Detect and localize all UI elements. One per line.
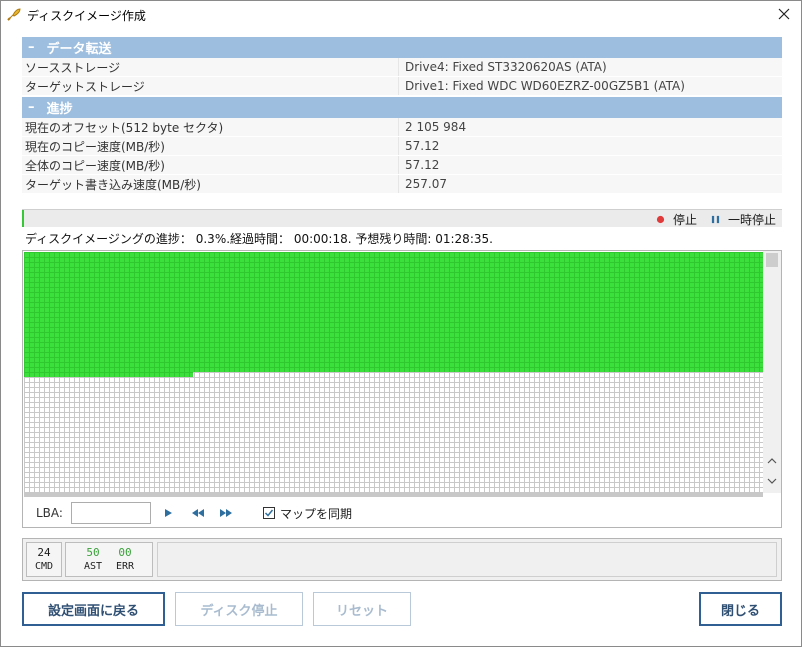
sector-map-panel: LBA: マップを同期 [22,250,782,528]
prop-label: ソースストレージ [22,58,399,76]
sector-map-copied-partial-row [24,372,193,377]
prop-row-source: ソースストレージ Drive4: Fixed ST3320620AS (ATA) [22,58,782,77]
stat-ast-value: 50 [86,545,100,559]
stop-button[interactable]: 停止 [656,211,697,228]
prop-row-target: ターゲットストレージ Drive1: Fixed WDC WD60EZRZ-00… [22,77,782,96]
play-icon [164,509,172,517]
rewind-button[interactable] [191,508,205,518]
stat-cmd-value: 24 [37,545,51,559]
stat-err-label: ERR [116,560,135,572]
back-to-settings-button[interactable]: 設定画面に戻る [22,592,165,626]
go-to-lba-button[interactable] [163,508,173,518]
pause-button[interactable]: 一時停止 [711,211,776,228]
rewind-icon [191,509,204,517]
prop-row-offset: 現在のオフセット(512 byte セクタ) 2 105 984 [22,118,782,137]
pause-label: 一時停止 [727,213,776,227]
disk-image-window: ディスクイメージ作成 – データ転送 ソースストレージ Drive4: Fixe… [0,0,802,647]
prop-value: 57.12 [405,139,440,153]
map-horizontal-scrollbar[interactable] [24,492,763,497]
stop-disk-button[interactable]: ディスク停止 [175,592,303,626]
prop-label: ターゲット書き込み速度(MB/秒) [22,175,399,193]
title-bar: ディスクイメージ作成 [1,1,801,29]
stat-cmd-label: CMD [34,560,54,572]
fast-forward-icon [219,509,232,517]
scroll-down-chevron-icon[interactable] [767,477,777,488]
prop-value: Drive1: Fixed WDC WD60EZRZ-00GZ5B1 (ATA) [405,79,685,93]
lba-input[interactable] [70,502,151,524]
stat-ast-label: AST [83,560,102,572]
prop-label: 現在のコピー速度(MB/秒) [22,137,399,155]
prop-row-current-speed: 現在のコピー速度(MB/秒) 57.12 [22,137,782,156]
sector-map-copied-area [24,252,763,372]
checkbox-box[interactable] [262,507,275,519]
progress-fill [22,210,25,227]
close-window-button[interactable] [767,1,801,29]
prop-value: 257.07 [405,177,447,191]
sync-map-label: マップを同期 [279,506,352,521]
stat-err-value: 00 [118,545,132,559]
scroll-up-chevron-icon[interactable] [767,457,777,468]
prop-label: ターゲットストレージ [22,77,399,95]
sector-map-grid [24,252,763,492]
section-title-transfer: データ転送 [46,42,112,57]
stop-record-icon [656,213,673,227]
reset-button[interactable]: リセット [313,592,411,626]
lba-label: LBA: [36,506,63,520]
prop-value: 2 105 984 [405,120,467,134]
pause-icon [711,213,728,227]
prop-label: 現在のオフセット(512 byte セクタ) [22,118,399,136]
scrollbar-thumb[interactable] [766,253,778,267]
sync-map-checkbox[interactable]: マップを同期 [262,505,352,522]
collapse-dash-icon: – [28,40,35,55]
collapse-dash-icon: – [28,100,35,115]
section-header-progress: – 進捗 [22,97,782,118]
prop-row-write-speed: ターゲット書き込み速度(MB/秒) 257.07 [22,175,782,194]
progress-status-text: ディスクイメージングの進捗： 0.3%.経過時間： 00:00:18. 予想残り… [25,232,493,246]
stop-label: 停止 [672,213,697,227]
prop-label: 全体のコピー速度(MB/秒) [22,156,399,174]
checkmark-icon [264,509,274,517]
stat-err: 00 ERR [116,546,134,574]
map-vertical-scrollbar[interactable] [763,251,781,493]
close-button[interactable]: 閉じる [699,592,782,626]
window-title: ディスクイメージ作成 [27,9,146,23]
stat-cmd: 24 CMD [26,542,62,577]
progress-controls: 停止 一時停止 [642,211,776,228]
stats-log-area [157,542,777,577]
stat-ast: 50 AST [84,546,102,574]
prop-value: 57.12 [405,158,440,172]
section-title-progress: 進捗 [46,102,73,117]
stat-pair: 50 AST 00 ERR [84,546,134,574]
close-icon [778,8,790,23]
fast-forward-button[interactable] [219,508,233,518]
prop-value: Drive4: Fixed ST3320620AS (ATA) [405,60,607,74]
app-logo-icon [6,7,22,23]
lba-toolbar: LBA: マップを同期 [24,499,780,527]
prop-row-overall-speed: 全体のコピー速度(MB/秒) 57.12 [22,156,782,175]
section-header-transfer: – データ転送 [22,37,782,58]
stat-ast-err: 50 AST 00 ERR [65,542,153,577]
stats-panel: 24 CMD 50 AST 00 ERR [22,538,782,581]
progress-bar: 停止 一時停止 [22,209,782,227]
